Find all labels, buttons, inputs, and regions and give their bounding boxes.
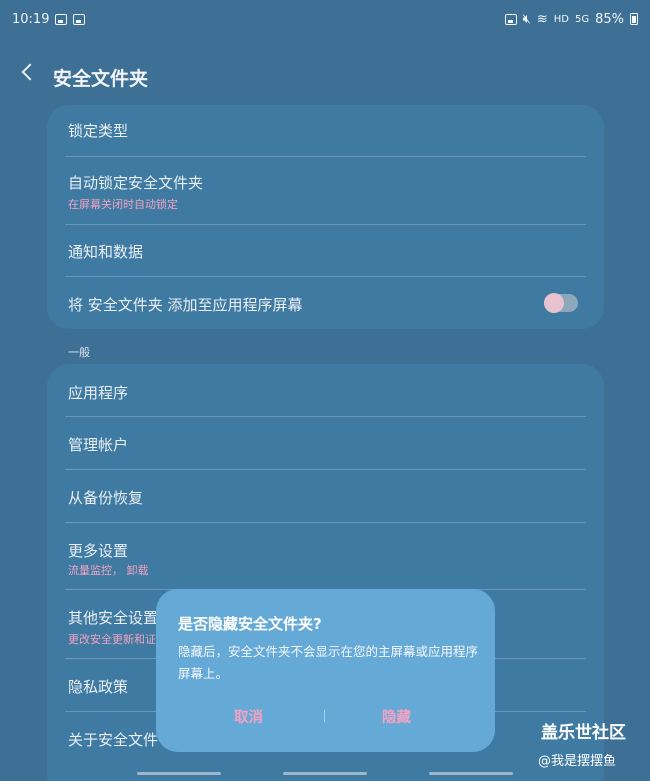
row-title: 关于安全文件 [68, 731, 159, 749]
battery-percent: 85% [595, 11, 624, 27]
app-header: 安全文件夹 [0, 54, 650, 98]
toggle-knob [544, 293, 564, 313]
auto-lock-row[interactable]: 自动锁定安全文件夹 在屏幕关闭时自动锁定 [65, 157, 586, 225]
row-title: 其他安全设置 [68, 609, 159, 627]
row-title: 从备份恢复 [68, 489, 144, 507]
lock-type-row[interactable]: 锁定类型 [65, 105, 586, 157]
row-title: 管理帐户 [68, 436, 129, 454]
row-subtitle: 在屏幕关闭时自动锁定 [68, 198, 178, 211]
row-title: 将 安全文件夹 添加至应用程序屏幕 [68, 296, 303, 314]
nav-recent-handle[interactable] [137, 772, 221, 775]
security-settings-card: 锁定类型 自动锁定安全文件夹 在屏幕关闭时自动锁定 通知和数据 将 安全文件夹 … [47, 105, 604, 329]
dialog-body: 隐藏后，安全文件夹不会显示在您的主屏幕或应用程序屏幕上。 [178, 644, 479, 681]
hide-folder-dialog: 是否隐藏安全文件夹? 隐藏后，安全文件夹不会显示在您的主屏幕或应用程序屏幕上。 … [156, 589, 495, 752]
status-bar: 10:19 🔇︎ ≋ HD 5G 85% [0, 0, 650, 38]
network-indicator: 5G [574, 13, 590, 25]
cancel-button[interactable]: 取消 [234, 706, 263, 727]
notifications-data-row[interactable]: 通知和数据 [65, 225, 586, 277]
restore-backup-row[interactable]: 从备份恢复 [65, 470, 586, 523]
row-title: 隐私政策 [68, 678, 129, 696]
more-settings-row[interactable]: 更多设置 流量监控， 卸载 [65, 523, 586, 590]
gallery-notification-icon [55, 13, 68, 25]
page-title: 安全文件夹 [53, 68, 149, 90]
wifi-icon: ≋ [536, 11, 548, 27]
watermark-title: 盖乐世社区 [541, 723, 626, 743]
add-to-apps-toggle[interactable] [544, 293, 578, 313]
status-right: 🔇︎ ≋ HD 5G 85% [504, 11, 638, 27]
gallery-notification-icon-2 [73, 13, 86, 25]
nav-home-handle[interactable] [283, 772, 367, 775]
back-icon[interactable] [21, 63, 39, 81]
section-label-general: 一般 [68, 346, 90, 359]
dialog-title: 是否隐藏安全文件夹? [178, 615, 322, 633]
mute-icon: 🔇︎ [522, 11, 531, 27]
manage-accounts-row[interactable]: 管理帐户 [65, 417, 586, 470]
hide-button[interactable]: 隐藏 [382, 706, 411, 727]
apps-row[interactable]: 应用程序 [65, 364, 586, 417]
row-subtitle: 流量监控， 卸载 [68, 564, 149, 577]
folder-icon [504, 13, 517, 25]
hd-indicator: HD [553, 13, 569, 25]
battery-icon [630, 13, 638, 25]
row-title: 更多设置 [68, 542, 129, 560]
row-title: 自动锁定安全文件夹 [68, 174, 204, 192]
status-time: 10:19 [12, 11, 50, 27]
row-title: 应用程序 [68, 384, 129, 402]
row-title: 锁定类型 [68, 122, 129, 140]
row-subtitle: 更改安全更新和证 [68, 633, 156, 646]
status-left: 10:19 [12, 11, 86, 27]
add-to-apps-row[interactable]: 将 安全文件夹 添加至应用程序屏幕 [65, 277, 586, 329]
watermark-user: @我是摆摆鱼 [538, 754, 617, 769]
nav-back-handle[interactable] [429, 772, 513, 775]
button-divider [324, 710, 325, 722]
row-title: 通知和数据 [68, 243, 144, 261]
